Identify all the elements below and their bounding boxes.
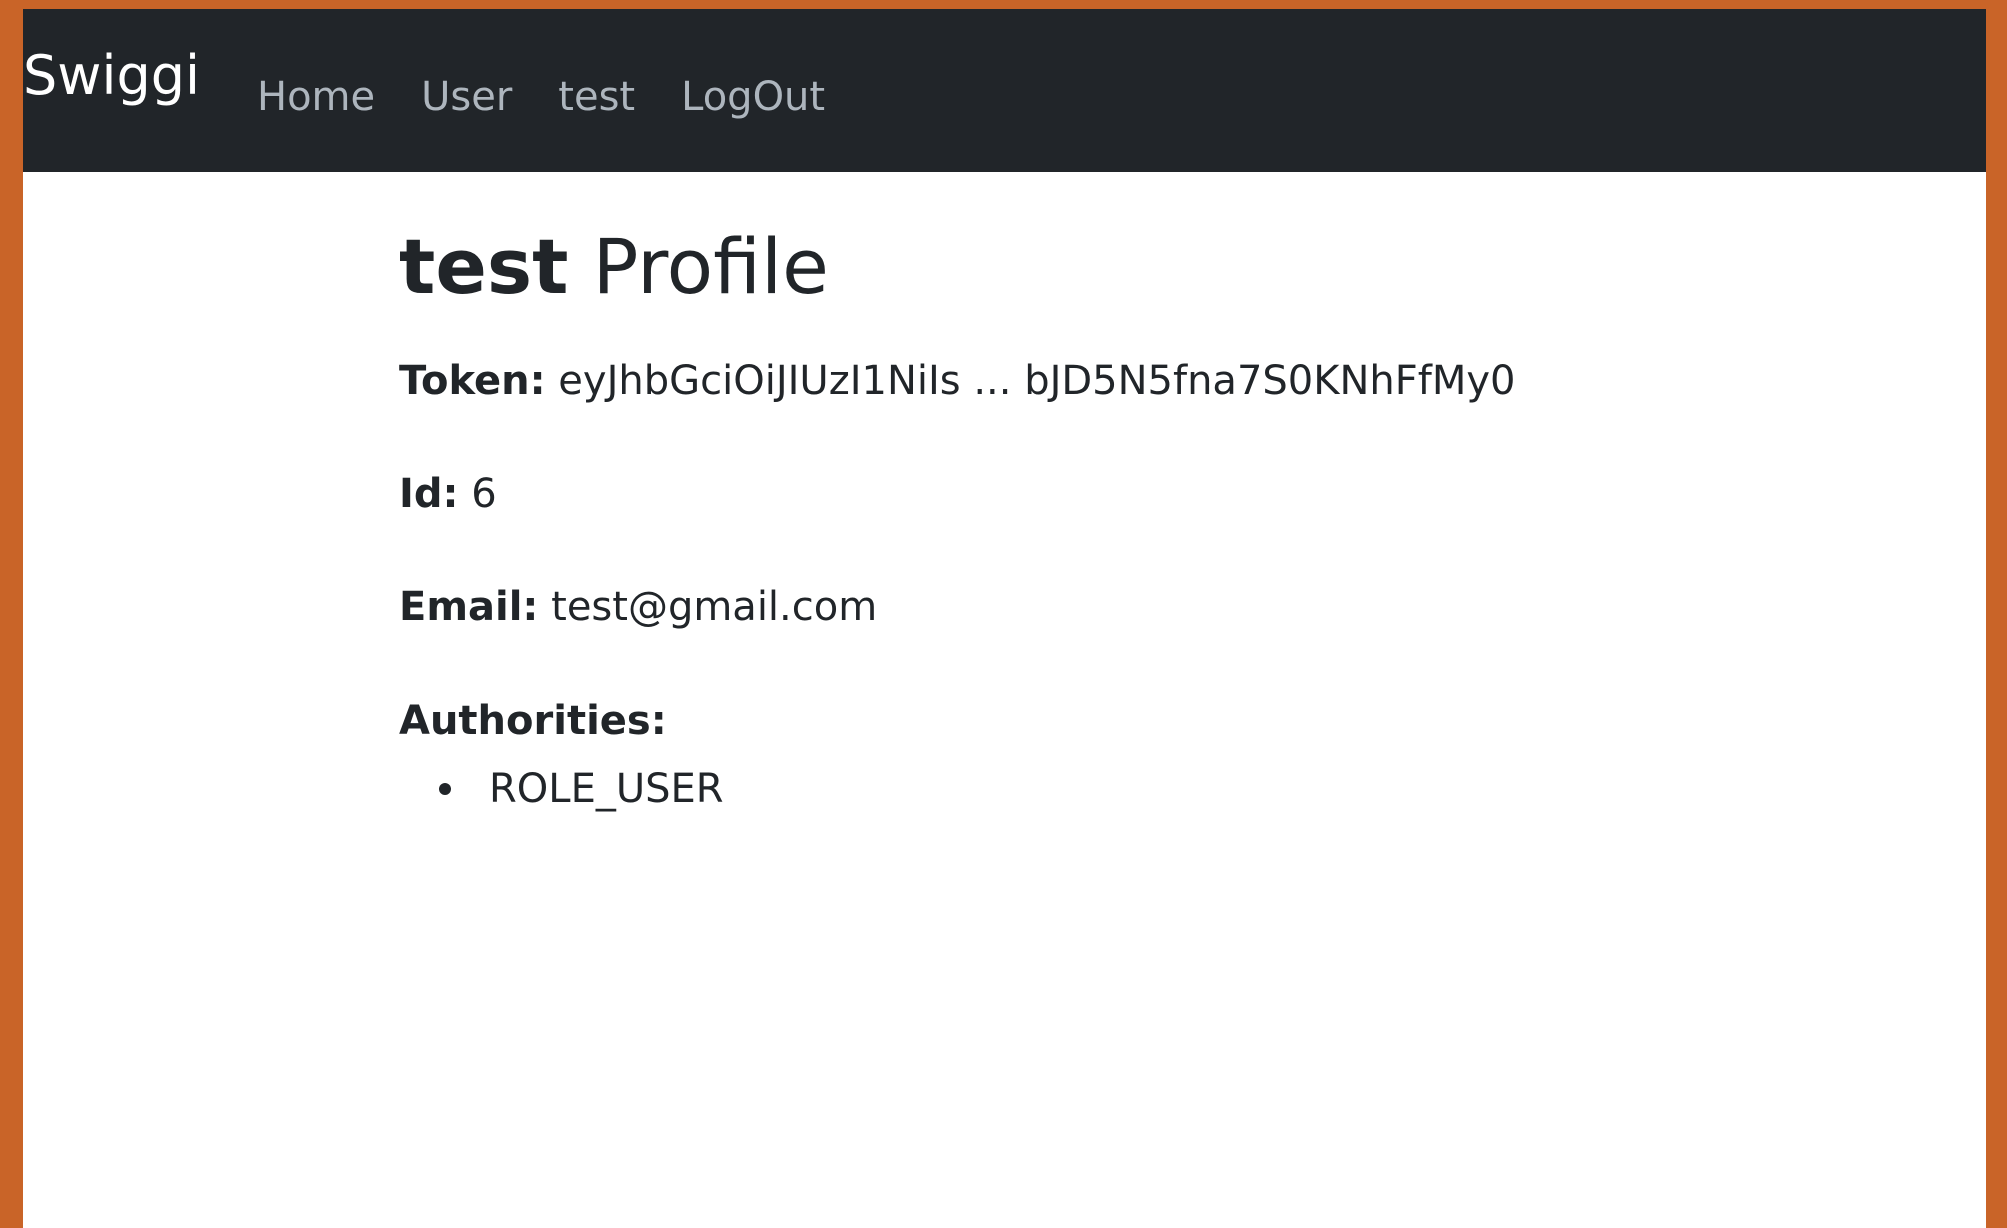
email-value: test@gmail.com	[538, 584, 878, 630]
nav-link-logout[interactable]: LogOut	[681, 77, 825, 117]
profile-content: test Profile Token: eyJhbGciOiJIUzI1NiIs…	[399, 229, 1515, 810]
list-item: ROLE_USER	[439, 769, 724, 809]
nav-links: Home User test LogOut	[257, 77, 825, 117]
authority-label: ROLE_USER	[489, 766, 724, 812]
email-field: Email: test@gmail.com	[399, 587, 877, 627]
authorities-list: ROLE_USER	[439, 769, 724, 809]
page-title: test Profile	[399, 229, 829, 305]
nav-link-home[interactable]: Home	[257, 77, 375, 117]
nav-link-profile[interactable]: test	[558, 77, 635, 117]
profile-username: test	[399, 222, 569, 311]
authorities-field: Authorities:	[399, 701, 667, 741]
navbar: Swiggi Home User test LogOut	[23, 9, 1986, 172]
bullet-icon	[439, 783, 451, 795]
page-title-suffix: Profile	[568, 222, 829, 311]
id-label: Id:	[399, 471, 459, 517]
id-field: Id: 6	[399, 474, 497, 514]
brand-link[interactable]: Swiggi	[23, 49, 200, 103]
token-field: Token: eyJhbGciOiJIUzI1NiIs ... bJD5N5fn…	[399, 361, 1515, 401]
nav-link-user[interactable]: User	[421, 77, 512, 117]
token-value: eyJhbGciOiJIUzI1NiIs ... bJD5N5fna7S0KNh…	[545, 358, 1516, 404]
app-window: Swiggi Home User test LogOut test Profil…	[23, 9, 1986, 1228]
id-value: 6	[458, 471, 497, 517]
authorities-label: Authorities:	[399, 698, 667, 744]
token-label: Token:	[399, 358, 546, 404]
email-label: Email:	[399, 584, 539, 630]
